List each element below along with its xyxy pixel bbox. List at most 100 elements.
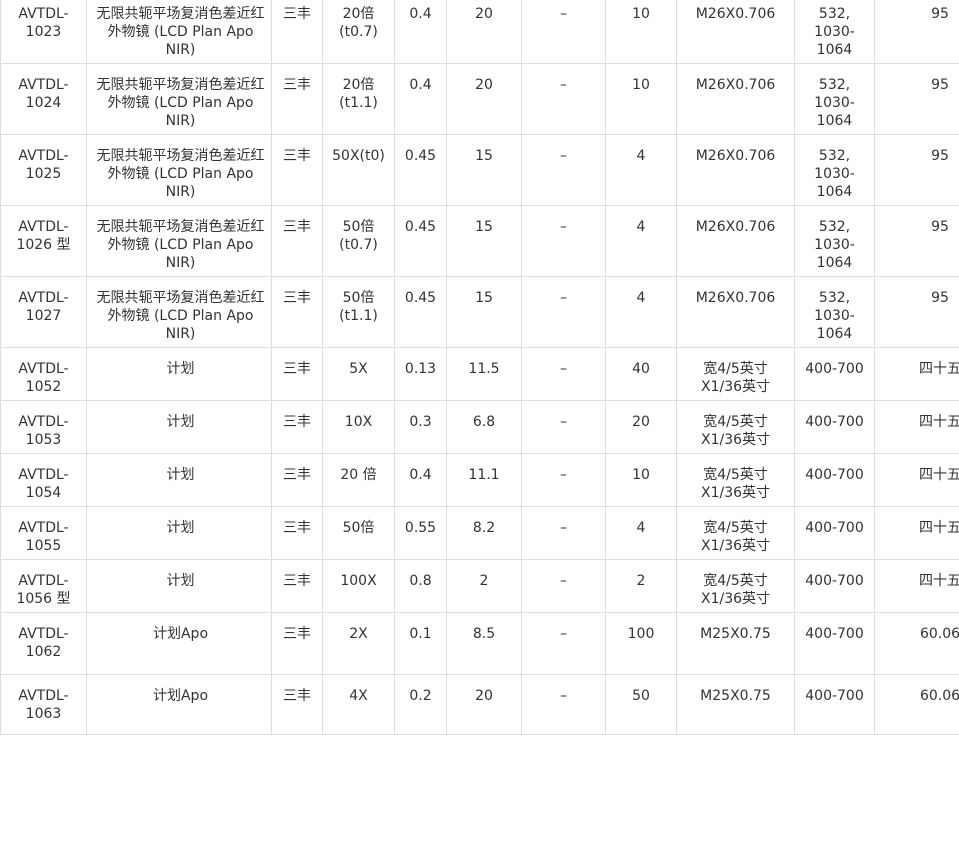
thread-cell: 宽4/5英寸 X1/36英寸 <box>676 347 795 401</box>
brand-cell: 三丰 <box>271 0 323 64</box>
model-cell: AVTDL-1063 <box>0 674 87 735</box>
last-value-cell: 95 <box>874 276 959 348</box>
magnification-cell: 2X <box>322 612 395 675</box>
dash-cell: – <box>521 0 606 64</box>
table-row: AVTDL-1026 型 无限共轭平场复消色差近红外物镜 (LCD Plan A… <box>0 205 959 277</box>
wavelength-cell: 400-700 <box>794 400 875 454</box>
magnification-cell: 20 倍 <box>322 453 395 507</box>
wavelength-cell: 532, 1030-1064 <box>794 63 875 135</box>
working-distance-cell: 2 <box>446 559 522 613</box>
thread-cell: M25X0.75 <box>676 674 795 735</box>
table-body: AVTDL-1023 无限共轭平场复消色差近红外物镜 (LCD Plan Apo… <box>0 0 959 735</box>
working-distance-cell: 15 <box>446 276 522 348</box>
model-cell: AVTDL-1024 <box>0 63 87 135</box>
wavelength-cell: 400-700 <box>794 674 875 735</box>
working-distance-cell: 11.1 <box>446 453 522 507</box>
thread-cell: 宽4/5英寸 X1/36英寸 <box>676 559 795 613</box>
wavelength-cell: 400-700 <box>794 612 875 675</box>
focal-length-cell: 4 <box>605 506 677 560</box>
model-cell: AVTDL-1054 <box>0 453 87 507</box>
dash-cell: – <box>521 205 606 277</box>
name-cell: 无限共轭平场复消色差近红外物镜 (LCD Plan Apo NIR) <box>86 63 272 135</box>
model-cell: AVTDL-1055 <box>0 506 87 560</box>
dash-cell: – <box>521 347 606 401</box>
last-value-cell: 四十五 <box>874 506 959 560</box>
na-cell: 0.4 <box>394 0 447 64</box>
focal-length-cell: 4 <box>605 276 677 348</box>
working-distance-cell: 11.5 <box>446 347 522 401</box>
focal-length-cell: 40 <box>605 347 677 401</box>
name-cell: 无限共轭平场复消色差近红外物镜 (LCD Plan Apo NIR) <box>86 0 272 64</box>
na-cell: 0.45 <box>394 205 447 277</box>
brand-cell: 三丰 <box>271 347 323 401</box>
dash-cell: – <box>521 674 606 735</box>
brand-cell: 三丰 <box>271 612 323 675</box>
magnification-cell: 4X <box>322 674 395 735</box>
focal-length-cell: 4 <box>605 205 677 277</box>
wavelength-cell: 532, 1030-1064 <box>794 276 875 348</box>
na-cell: 0.55 <box>394 506 447 560</box>
na-cell: 0.8 <box>394 559 447 613</box>
working-distance-cell: 15 <box>446 205 522 277</box>
table-row: AVTDL-1053 计划 三丰 10X 0.3 6.8 – 20 宽4/5英寸… <box>0 400 959 454</box>
last-value-cell: 60.06 <box>874 674 959 735</box>
last-value-cell: 95 <box>874 134 959 206</box>
focal-length-cell: 50 <box>605 674 677 735</box>
brand-cell: 三丰 <box>271 134 323 206</box>
model-cell: AVTDL-1053 <box>0 400 87 454</box>
focal-length-cell: 2 <box>605 559 677 613</box>
name-cell: 计划 <box>86 400 272 454</box>
name-cell: 无限共轭平场复消色差近红外物镜 (LCD Plan Apo NIR) <box>86 205 272 277</box>
thread-cell: M25X0.75 <box>676 612 795 675</box>
table-row: AVTDL-1062 计划Apo 三丰 2X 0.1 8.5 – 100 M25… <box>0 612 959 675</box>
table-row: AVTDL-1054 计划 三丰 20 倍 0.4 11.1 – 10 宽4/5… <box>0 453 959 507</box>
model-cell: AVTDL-1052 <box>0 347 87 401</box>
thread-cell: M26X0.706 <box>676 63 795 135</box>
dash-cell: – <box>521 63 606 135</box>
magnification-cell: 20倍(t1.1) <box>322 63 395 135</box>
na-cell: 0.2 <box>394 674 447 735</box>
na-cell: 0.4 <box>394 453 447 507</box>
thread-cell: M26X0.706 <box>676 0 795 64</box>
name-cell: 计划Apo <box>86 612 272 675</box>
wavelength-cell: 532, 1030-1064 <box>794 134 875 206</box>
name-cell: 无限共轭平场复消色差近红外物镜 (LCD Plan Apo NIR) <box>86 276 272 348</box>
model-cell: AVTDL-1056 型 <box>0 559 87 613</box>
working-distance-cell: 20 <box>446 0 522 64</box>
thread-cell: 宽4/5英寸 X1/36英寸 <box>676 453 795 507</box>
focal-length-cell: 10 <box>605 63 677 135</box>
thread-cell: 宽4/5英寸 X1/36英寸 <box>676 506 795 560</box>
name-cell: 无限共轭平场复消色差近红外物镜 (LCD Plan Apo NIR) <box>86 134 272 206</box>
name-cell: 计划 <box>86 559 272 613</box>
working-distance-cell: 8.2 <box>446 506 522 560</box>
working-distance-cell: 20 <box>446 674 522 735</box>
dash-cell: – <box>521 134 606 206</box>
brand-cell: 三丰 <box>271 453 323 507</box>
table-row: AVTDL-1056 型 计划 三丰 100X 0.8 2 – 2 宽4/5英寸… <box>0 559 959 613</box>
na-cell: 0.45 <box>394 134 447 206</box>
model-cell: AVTDL-1026 型 <box>0 205 87 277</box>
magnification-cell: 50X(t0) <box>322 134 395 206</box>
magnification-cell: 5X <box>322 347 395 401</box>
table-row: AVTDL-1055 计划 三丰 50倍 0.55 8.2 – 4 宽4/5英寸… <box>0 506 959 560</box>
magnification-cell: 10X <box>322 400 395 454</box>
focal-length-cell: 10 <box>605 453 677 507</box>
model-cell: AVTDL-1025 <box>0 134 87 206</box>
table-row: AVTDL-1023 无限共轭平场复消色差近红外物镜 (LCD Plan Apo… <box>0 0 959 64</box>
last-value-cell: 95 <box>874 205 959 277</box>
table-row: AVTDL-1052 计划 三丰 5X 0.13 11.5 – 40 宽4/5英… <box>0 347 959 401</box>
magnification-cell: 20倍(t0.7) <box>322 0 395 64</box>
working-distance-cell: 15 <box>446 134 522 206</box>
model-cell: AVTDL-1023 <box>0 0 87 64</box>
name-cell: 计划 <box>86 506 272 560</box>
wavelength-cell: 532, 1030-1064 <box>794 0 875 64</box>
magnification-cell: 100X <box>322 559 395 613</box>
name-cell: 计划 <box>86 453 272 507</box>
last-value-cell: 95 <box>874 63 959 135</box>
na-cell: 0.13 <box>394 347 447 401</box>
working-distance-cell: 8.5 <box>446 612 522 675</box>
objective-spec-table: AVTDL-1023 无限共轭平场复消色差近红外物镜 (LCD Plan Apo… <box>0 0 959 735</box>
brand-cell: 三丰 <box>271 400 323 454</box>
dash-cell: – <box>521 276 606 348</box>
dash-cell: – <box>521 559 606 613</box>
